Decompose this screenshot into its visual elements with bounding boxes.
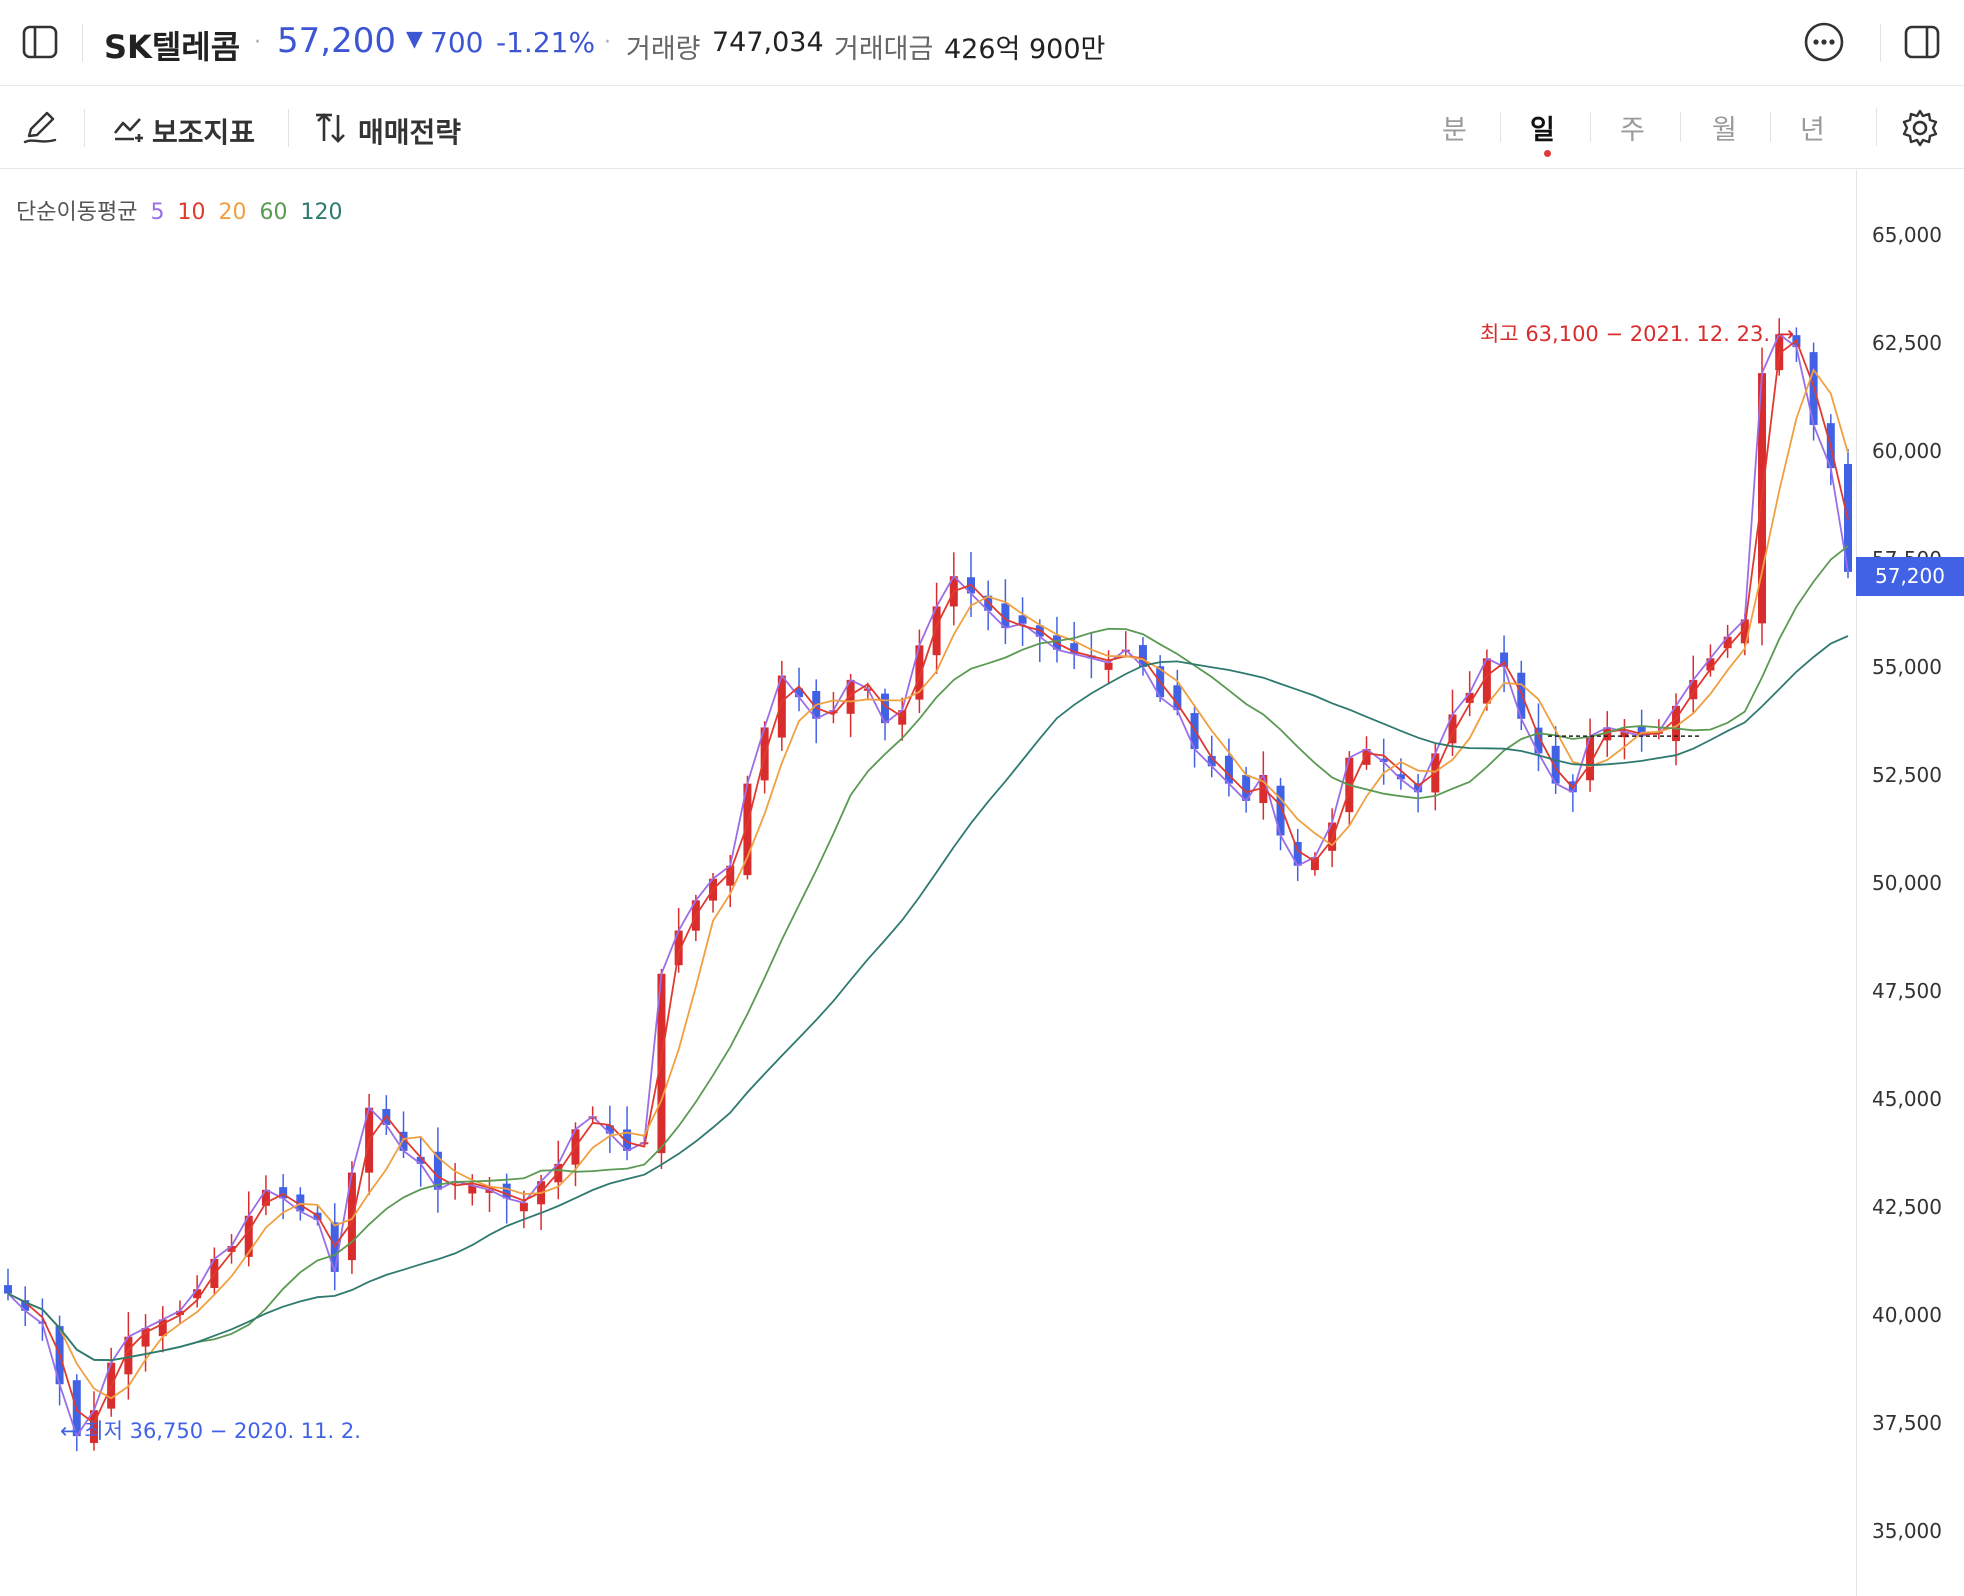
divider bbox=[1770, 112, 1771, 142]
current-price: 57,200 bbox=[277, 21, 396, 61]
axis-tick-label: 45,000 bbox=[1872, 1087, 1942, 1112]
separator-dot: · bbox=[254, 30, 261, 55]
change-rate: -1.21% bbox=[496, 26, 596, 59]
divider bbox=[1590, 112, 1591, 142]
divider bbox=[84, 109, 85, 147]
low-annotation: ← 최저 36,750 − 2020. 11. 2. bbox=[60, 1419, 361, 1443]
period-year[interactable]: 년 bbox=[1800, 108, 1825, 147]
active-period-indicator bbox=[1544, 150, 1551, 157]
period-month[interactable]: 월 bbox=[1712, 108, 1737, 147]
strategy-button[interactable]: 매매전략 bbox=[358, 111, 461, 151]
chart-toolbar: 보조지표 매매전략 bbox=[0, 87, 1964, 169]
indicator-icon[interactable] bbox=[110, 109, 148, 147]
divider bbox=[1880, 24, 1881, 62]
candle-body bbox=[4, 1285, 12, 1294]
indicator-button[interactable]: 보조지표 bbox=[152, 111, 255, 151]
stock-name[interactable]: SK텔레콤 bbox=[104, 22, 240, 68]
axis-tick-label: 62,500 bbox=[1872, 330, 1942, 355]
ma-120-line bbox=[7, 635, 1849, 1362]
axis-tick-label: 65,000 bbox=[1872, 222, 1942, 247]
sidebar-left-icon[interactable] bbox=[18, 20, 62, 64]
amount-label: 거래대금 bbox=[834, 34, 934, 65]
price-chart[interactable] bbox=[0, 170, 1856, 1596]
axis-tick-label: 60,000 bbox=[1872, 438, 1942, 463]
axis-tick-label: 52,500 bbox=[1872, 762, 1942, 787]
ma-60-line bbox=[7, 545, 1849, 1362]
divider bbox=[288, 109, 289, 147]
more-icon[interactable] bbox=[1802, 20, 1846, 64]
axis-tick-label: 37,500 bbox=[1872, 1411, 1942, 1436]
candle-body bbox=[1104, 662, 1113, 670]
settings-icon[interactable] bbox=[1898, 106, 1942, 150]
change-amount: 700 bbox=[430, 26, 484, 59]
divider bbox=[82, 24, 83, 62]
stock-header: SK텔레콤 · 57,200 ▼ 700 -1.21% · 거래량 747,03… bbox=[0, 0, 1964, 86]
axis-tick-label: 35,000 bbox=[1872, 1519, 1942, 1544]
candle-body bbox=[1224, 755, 1233, 784]
pencil-icon[interactable] bbox=[18, 105, 62, 149]
axis-tick-label: 40,000 bbox=[1872, 1303, 1942, 1328]
divider bbox=[1680, 112, 1681, 142]
axis-tick-label: 47,500 bbox=[1872, 979, 1942, 1004]
ma-10-line bbox=[7, 339, 1849, 1425]
high-annotation: 최고 63,100 − 2021. 12. 23. → bbox=[1480, 322, 1795, 346]
axis-tick-label: 55,000 bbox=[1872, 654, 1942, 679]
amount-value: 426억 900만 bbox=[944, 34, 1106, 65]
strategy-icon[interactable] bbox=[312, 109, 350, 147]
volume-label: 거래량 bbox=[626, 34, 701, 65]
volume-value: 747,034 bbox=[712, 27, 824, 58]
sidebar-right-icon[interactable] bbox=[1900, 20, 1944, 64]
current-price-tag: 57,200 bbox=[1856, 557, 1964, 596]
axis-tick-label: 42,500 bbox=[1872, 1195, 1942, 1220]
period-minute[interactable]: 분 bbox=[1442, 108, 1467, 147]
period-week[interactable]: 주 bbox=[1620, 108, 1645, 147]
period-day[interactable]: 일 bbox=[1530, 108, 1555, 147]
change-arrow-icon: ▼ bbox=[406, 27, 423, 52]
candle-body bbox=[519, 1202, 528, 1212]
divider bbox=[1876, 108, 1877, 146]
divider bbox=[1500, 112, 1501, 142]
separator-dot: · bbox=[604, 30, 611, 55]
axis-tick-label: 50,000 bbox=[1872, 871, 1942, 895]
